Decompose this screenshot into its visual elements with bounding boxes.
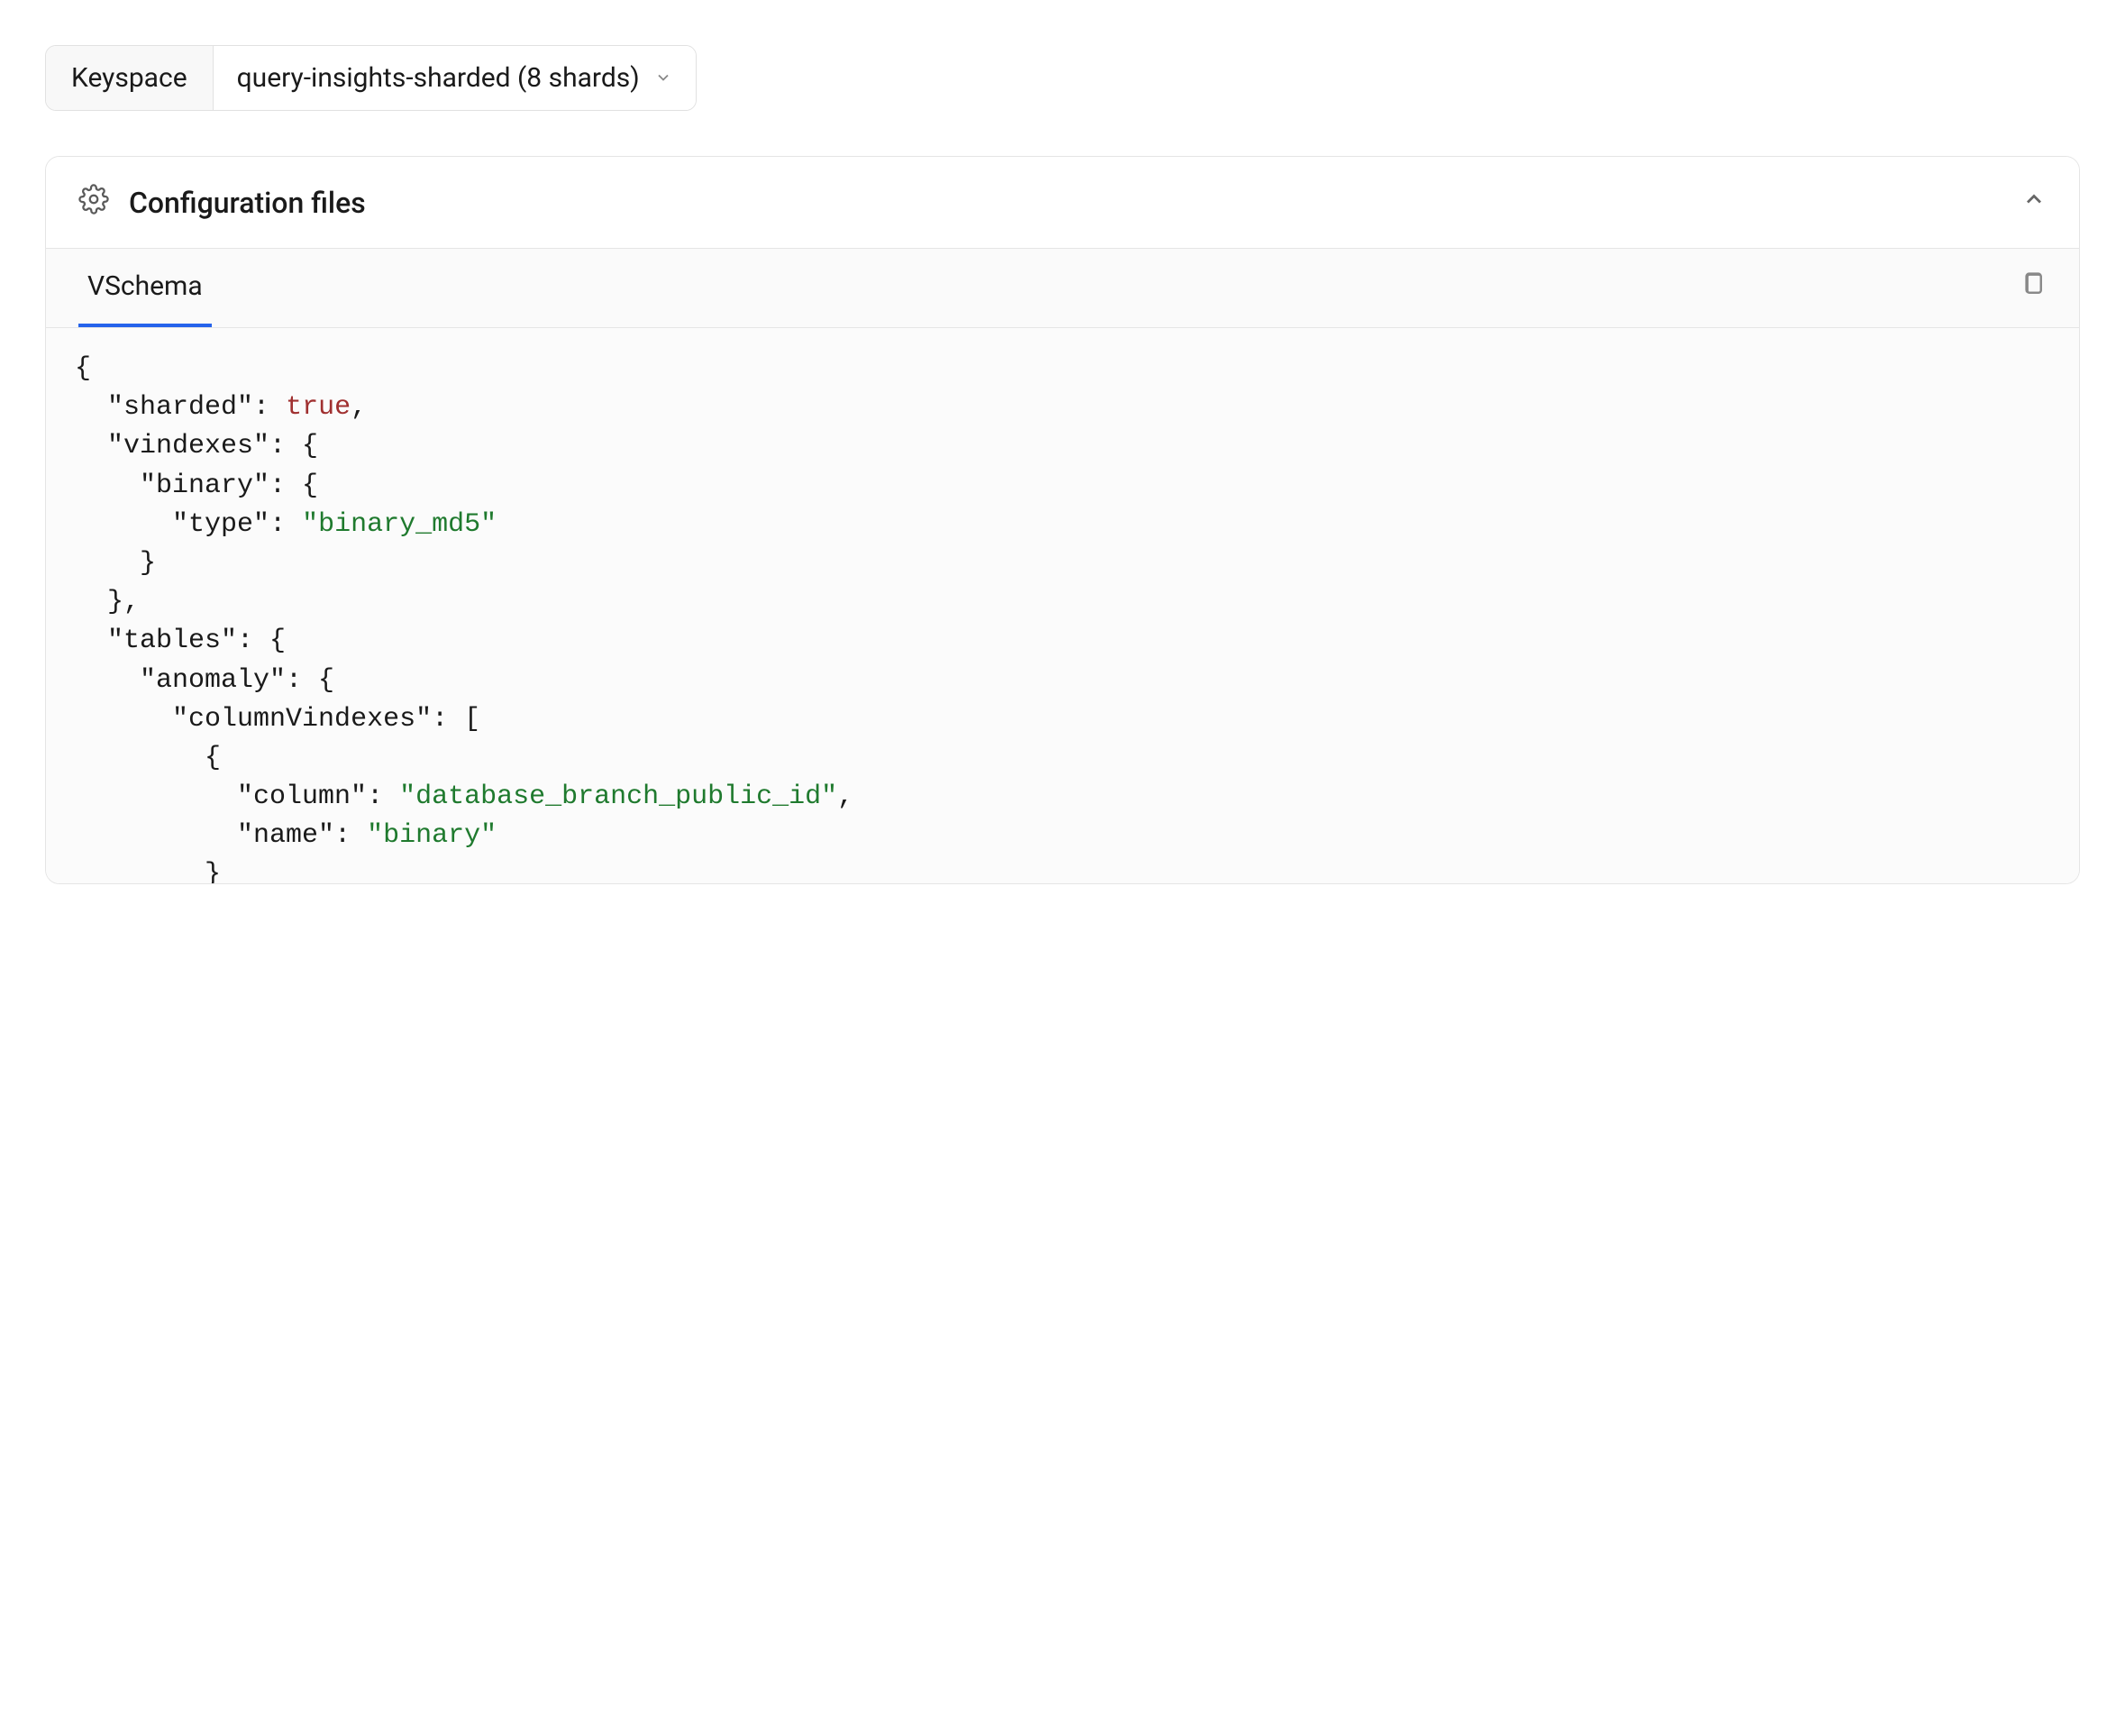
vschema-code[interactable]: { "sharded": true, "vindexes": { "binary… bbox=[46, 328, 2079, 883]
gear-icon bbox=[78, 184, 109, 221]
copy-button[interactable] bbox=[2020, 270, 2047, 306]
chevron-up-icon bbox=[2021, 187, 2047, 218]
tab-vschema[interactable]: VSchema bbox=[78, 249, 212, 327]
chevron-down-icon bbox=[654, 62, 672, 94]
keyspace-selector: Keyspace query-insights-sharded (8 shard… bbox=[45, 45, 697, 111]
keyspace-label: Keyspace bbox=[46, 46, 214, 110]
config-files-title: Configuration files bbox=[129, 186, 366, 220]
keyspace-dropdown[interactable]: query-insights-sharded (8 shards) bbox=[214, 46, 696, 110]
config-header-left: Configuration files bbox=[78, 184, 366, 221]
config-files-panel: Configuration files VSchema { "sharded":… bbox=[45, 156, 2080, 884]
config-tabs: VSchema bbox=[46, 249, 233, 327]
config-tab-bar: VSchema bbox=[46, 249, 2079, 328]
config-files-header[interactable]: Configuration files bbox=[46, 157, 2079, 249]
keyspace-selected-value: query-insights-sharded (8 shards) bbox=[237, 62, 640, 94]
